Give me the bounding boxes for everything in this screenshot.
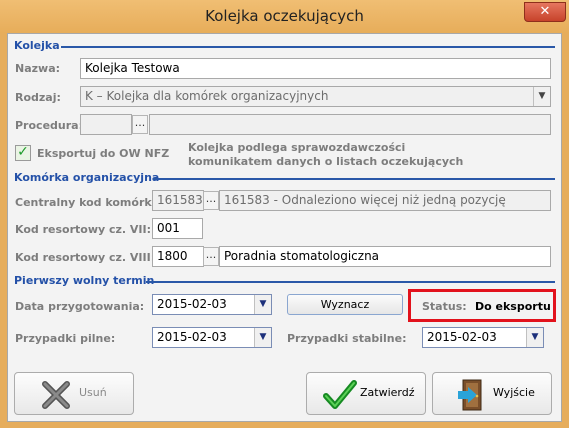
- confirm-button-label: Zatwierdź: [360, 386, 415, 399]
- confirm-button[interactable]: Zatwierdź: [306, 372, 426, 415]
- export-checkbox-label: Eksportuj do OW NFZ: [37, 147, 170, 160]
- export-checkbox[interactable]: ✓: [15, 145, 31, 161]
- chevron-down-icon[interactable]: ▼: [526, 328, 543, 347]
- close-button[interactable]: ✕: [524, 2, 566, 22]
- central-code-desc: 161583 - Odnaleziono więcej niż jedną po…: [219, 190, 551, 211]
- status-value: Do eksportu: [475, 300, 551, 313]
- chevron-down-icon[interactable]: ▼: [254, 295, 271, 314]
- x-icon: [42, 381, 70, 409]
- code8-input[interactable]: 1800: [152, 246, 204, 267]
- urgent-date-value: 2015-02-03: [157, 330, 227, 344]
- exit-button-label: Wyjście: [493, 386, 535, 399]
- procedure-label: Procedura:: [15, 119, 83, 132]
- type-select-value: K – Kolejka dla komórek organizacyjnych: [85, 89, 329, 103]
- status-label: Status:: [422, 300, 467, 313]
- prep-date-value: 2015-02-03: [157, 297, 227, 311]
- type-select[interactable]: K – Kolejka dla komórek organizacyjnych …: [80, 86, 551, 107]
- section-title-term: Pierwszy wolny termin: [14, 274, 155, 287]
- code7-input[interactable]: 001: [152, 218, 203, 239]
- prep-date-label: Data przygotowania:: [15, 300, 145, 313]
- procedure-browse-button[interactable]: ...: [132, 115, 148, 134]
- central-code-browse-button[interactable]: ...: [203, 191, 219, 210]
- exit-button[interactable]: Wyjście: [432, 372, 552, 415]
- code8-desc: Poradnia stomatologiczna: [219, 246, 551, 267]
- reporting-note-line2: komunikatem danych o listach oczekującyc…: [188, 155, 464, 168]
- code8-label: Kod resortowy cz. VIII:: [15, 251, 156, 264]
- central-code-label: Centralny kod komórki:: [15, 196, 160, 209]
- section-divider: [61, 46, 555, 48]
- stable-label: Przypadki stabilne:: [287, 332, 407, 345]
- prep-date-picker[interactable]: 2015-02-03 ▼: [152, 294, 272, 315]
- compute-button[interactable]: Wyznacz: [287, 294, 403, 315]
- section-divider: [146, 281, 555, 283]
- checkmark-icon: [323, 380, 357, 409]
- reporting-note-line1: Kolejka podlega sprawozdawczości: [188, 141, 406, 154]
- central-code-input[interactable]: 161583: [152, 190, 204, 211]
- code8-browse-button[interactable]: ...: [203, 247, 219, 266]
- exit-door-icon: [458, 379, 482, 411]
- stable-date-picker[interactable]: 2015-02-03 ▼: [422, 327, 544, 348]
- section-title-queue: Kolejka: [14, 39, 60, 52]
- name-input[interactable]: Kolejka Testowa: [80, 58, 551, 79]
- code7-label: Kod resortowy cz. VII:: [15, 223, 152, 236]
- procedure-desc-field: [149, 114, 551, 135]
- delete-button[interactable]: Usuń: [14, 372, 134, 415]
- delete-button-label: Usuń: [79, 386, 107, 399]
- type-label: Rodzaj:: [15, 91, 61, 104]
- chevron-down-icon[interactable]: ▼: [254, 328, 271, 347]
- section-title-unit: Komórka organizacyjna: [14, 171, 160, 184]
- title-bar[interactable]: Kolejka oczekujących ✕: [0, 0, 569, 33]
- chevron-down-icon[interactable]: ▼: [533, 87, 550, 106]
- urgent-date-picker[interactable]: 2015-02-03 ▼: [152, 327, 272, 348]
- window-title: Kolejka oczekujących: [205, 7, 364, 25]
- urgent-label: Przypadki pilne:: [15, 332, 116, 345]
- procedure-code-input[interactable]: [80, 114, 132, 135]
- section-divider: [153, 178, 555, 180]
- name-label: Nazwa:: [15, 62, 61, 75]
- stable-date-value: 2015-02-03: [427, 330, 497, 344]
